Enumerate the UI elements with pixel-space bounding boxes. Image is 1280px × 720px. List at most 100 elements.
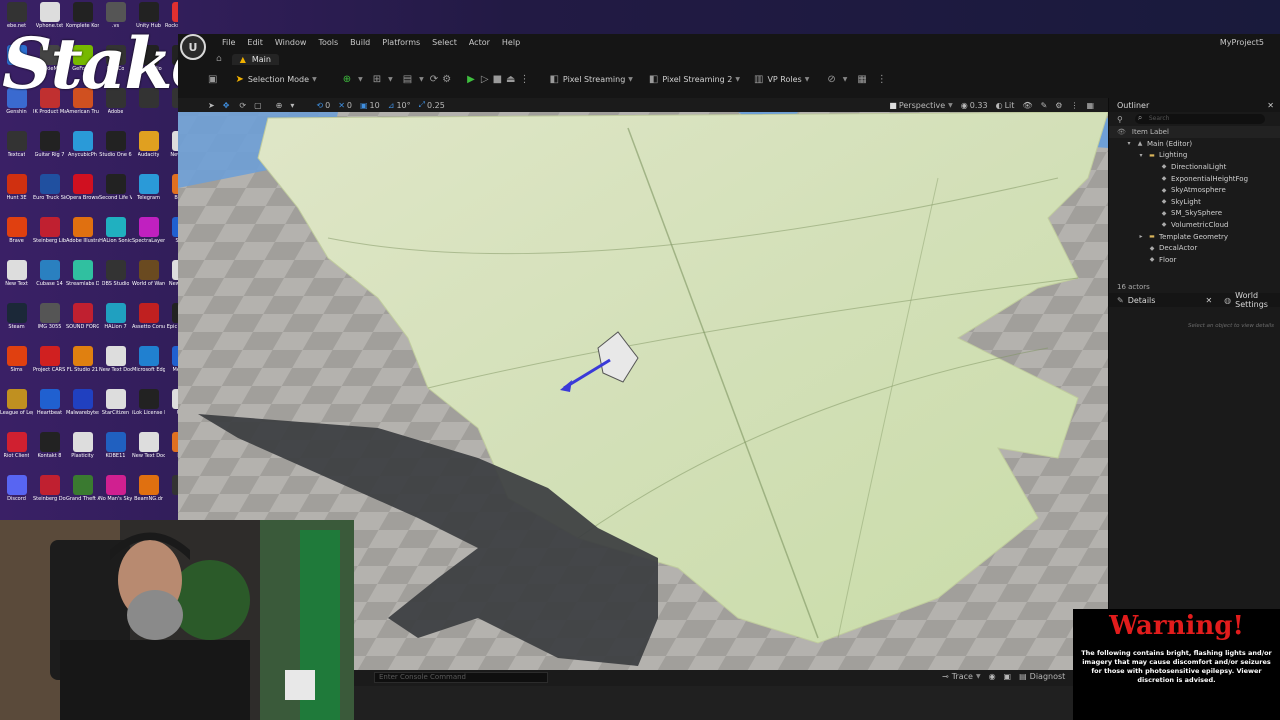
console-input[interactable]: Enter Console Command [374, 672, 548, 683]
outliner-row[interactable]: ▾ ▬ Lighting [1109, 150, 1280, 162]
close-icon[interactable]: ✕ [1267, 101, 1274, 110]
camera-speed-button[interactable]: ◉ 0.33 [961, 101, 988, 110]
desktop-icon[interactable]: HALion Sonic [99, 215, 132, 258]
desktop-icon[interactable]: Kontakt 8 [33, 430, 66, 473]
home-icon[interactable]: ⌂ [216, 54, 222, 64]
outliner-row[interactable]: ◆ ExponentialHeightFog [1109, 173, 1280, 185]
fab-icon[interactable]: ▦ [857, 74, 866, 85]
desktop-icon[interactable]: Steam [0, 301, 33, 344]
desktop-icon[interactable]: Blend [165, 172, 178, 215]
desktop-icon[interactable]: Streamlabs Desktop [66, 258, 99, 301]
desktop-icon[interactable]: Discord [0, 473, 33, 516]
viewport-options-icon[interactable]: ⋮ [1070, 101, 1078, 110]
menu-item-help[interactable]: Help [496, 38, 526, 47]
menu-item-window[interactable]: Window [269, 38, 313, 47]
blueprint-icon[interactable]: ⊞ [373, 74, 381, 85]
desktop-icon[interactable]: Audacity [132, 129, 165, 172]
desktop-icon[interactable]: Epic Games [165, 301, 178, 344]
world-space-icon[interactable]: ⊕ [276, 101, 283, 110]
outliner-row[interactable]: ▸ ▬ Template Geometry [1109, 231, 1280, 243]
step-icon[interactable]: ▷ [481, 74, 489, 85]
snapshot-icon[interactable]: ▣ [1004, 672, 1012, 681]
platforms-icon[interactable]: ⋮ [877, 74, 887, 85]
outliner-row[interactable]: ▾ ▲ Main (Editor) [1109, 138, 1280, 150]
desktop-icon[interactable]: BeamNG.dr [132, 473, 165, 516]
rotate-snap-button[interactable]: ✕ 0 [338, 101, 352, 110]
desktop-icon[interactable]: New Docu [165, 258, 178, 301]
cinematics-icon[interactable]: ▤ [403, 74, 412, 85]
save-icon[interactable]: ▣ [208, 74, 217, 85]
play-icon[interactable]: ▶ [467, 74, 475, 85]
desktop-icon[interactable]: KOBE11 [99, 430, 132, 473]
desktop-icon[interactable]: Studio One 6 [99, 129, 132, 172]
desktop-icon[interactable]: Guitar Rig 7 [33, 129, 66, 172]
diagnostics-button[interactable]: ▤ Diagnost [1019, 672, 1065, 681]
desktop-icon[interactable]: iLok License Manager [132, 387, 165, 430]
rotate-tool-icon[interactable]: ⟳ [239, 101, 246, 110]
stop-icon[interactable]: ■ [493, 74, 502, 85]
desktop-icon[interactable]: OBS Studio [99, 258, 132, 301]
desktop-icon[interactable]: New Text Docume [132, 430, 165, 473]
expand-arrow-icon[interactable]: ▸ [1137, 233, 1145, 240]
lit-mode-button[interactable]: ◐ Lit [996, 101, 1015, 110]
desktop-icon[interactable]: Sims [0, 344, 33, 387]
desktop-icon[interactable]: File [165, 430, 178, 473]
desktop-icon[interactable]: Project CARS 2 [33, 344, 66, 387]
expand-arrow-icon[interactable]: ▾ [1125, 140, 1133, 147]
chevron-down-icon[interactable]: ▼ [843, 76, 848, 83]
item-label-header[interactable]: Item Label [1132, 128, 1169, 136]
chevron-down-icon[interactable]: ▼ [388, 76, 393, 83]
desktop-icon[interactable]: StarCitizen [99, 387, 132, 430]
desktop-icon[interactable]: Use [165, 387, 178, 430]
select-tool-icon[interactable]: ➤ [208, 101, 215, 110]
desktop-icon[interactable]: SpectraLayers 10 [132, 215, 165, 258]
desktop-icon[interactable]: New Text [0, 258, 33, 301]
add-actor-icon[interactable]: ⊕ [343, 74, 351, 85]
translate-tool-icon[interactable]: ✥ [223, 101, 232, 110]
chevron-down-icon[interactable]: ▼ [358, 76, 363, 83]
menu-item-build[interactable]: Build [344, 38, 376, 47]
desktop-icon[interactable]: No Man's Sky [99, 473, 132, 516]
outliner-row[interactable]: ◆ SkyLight [1109, 196, 1280, 208]
menu-item-select[interactable]: Select [426, 38, 463, 47]
desktop-icon[interactable]: Cubase 14 [33, 258, 66, 301]
scale-snap-button[interactable]: ▣ 10 [360, 101, 380, 110]
menu-item-edit[interactable]: Edit [241, 38, 269, 47]
desktop-icon[interactable]: Euro Truck Simulator 2 [33, 172, 66, 215]
effects-icon[interactable]: ✎ [1041, 101, 1048, 110]
desktop-icon[interactable]: AnycubicPh [66, 129, 99, 172]
outliner-row[interactable]: ◆ DirectionalLight [1109, 161, 1280, 173]
outliner-search-input[interactable]: Search [1134, 113, 1265, 124]
surface-snap-icon[interactable]: ▾ [290, 101, 294, 110]
perspective-button[interactable]: ■ Perspective ▼ [889, 101, 953, 110]
performance-icon[interactable]: ⚙ [1055, 101, 1062, 110]
desktop-icon[interactable]: Adobe Illustrat [66, 215, 99, 258]
record-icon[interactable]: ◉ [989, 672, 996, 681]
outliner-row[interactable]: ◆ DecalActor [1109, 242, 1280, 254]
pixel-streaming-button[interactable]: ◧ Pixel Streaming ▼ [549, 74, 632, 85]
desktop-icon[interactable]: Steinberg Downlo [33, 473, 66, 516]
outliner-row[interactable]: ◆ VolumetricCloud [1109, 219, 1280, 231]
expand-arrow-icon[interactable]: ▾ [1137, 152, 1145, 159]
outliner-row[interactable]: ◆ SkyAtmosphere [1109, 184, 1280, 196]
desktop-icon[interactable]: Plasticity [66, 430, 99, 473]
menu-item-file[interactable]: File [216, 38, 241, 47]
desktop-icon[interactable]: Opera Browser [66, 172, 99, 215]
menu-item-platforms[interactable]: Platforms [376, 38, 426, 47]
vp-roles-button[interactable]: ▥ VP Roles ▼ [754, 74, 809, 85]
outliner-row[interactable]: ◆ Floor [1109, 254, 1280, 266]
desktop-icon[interactable]: Second Life Viewer [99, 172, 132, 215]
scale-tool-icon[interactable]: ▢ [254, 101, 262, 110]
desktop-icon[interactable]: Meta Q [165, 344, 178, 387]
angle-snap-button[interactable]: ⊿ 10° [388, 101, 411, 110]
layout-icon[interactable]: ▦ [1086, 101, 1094, 110]
desktop-icon[interactable]: IMG 3055 [33, 301, 66, 344]
desktop-icon[interactable]: Sync [165, 215, 178, 258]
desktop-icon[interactable]: FL Studio 21 [66, 344, 99, 387]
desktop-icon[interactable]: Heartbeat [33, 387, 66, 430]
more-options-icon[interactable]: ⋮ [519, 74, 529, 85]
desktop-icon[interactable]: Grand Theft Auto V [66, 473, 99, 516]
filter-icon[interactable]: ⚲ [1117, 115, 1123, 124]
desktop-icon[interactable]: Textcat [0, 129, 33, 172]
outliner-tab[interactable]: Outliner ✕ [1109, 98, 1280, 112]
